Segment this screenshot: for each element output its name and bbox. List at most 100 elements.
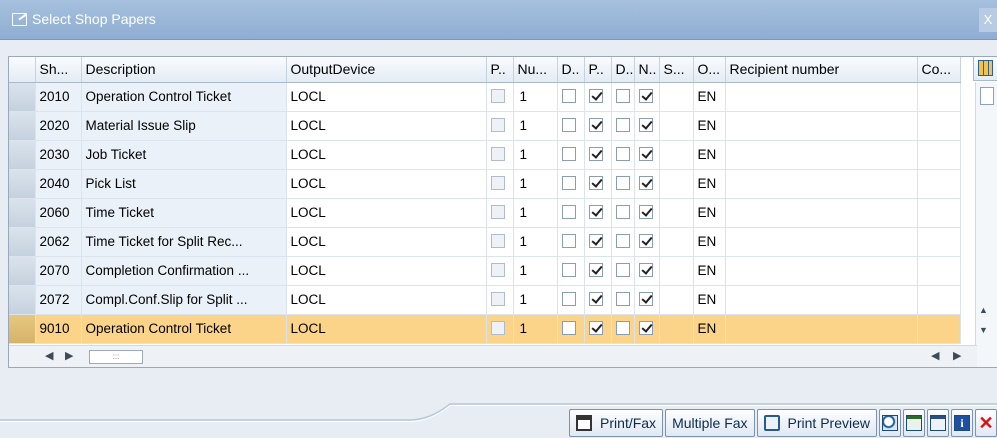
close-button[interactable]: X [979,8,997,32]
output-device-cell[interactable]: LOCL [286,227,487,257]
recipient-number-cell[interactable] [725,285,918,315]
vertical-scrollbar[interactable]: ▲ ▼ [975,82,997,367]
row-selector-button[interactable] [9,198,34,226]
multiple-fax-button[interactable]: Multiple Fax [665,409,755,437]
d1-checkbox[interactable] [561,263,576,278]
column-header-description[interactable]: Description [81,57,287,83]
p2-checkbox[interactable] [588,89,603,104]
language-cell[interactable]: EN [693,198,726,228]
number-value[interactable]: 1 [520,147,528,162]
language-cell[interactable]: EN [693,169,726,199]
p2-checkbox[interactable] [588,147,603,162]
co-cell[interactable] [917,227,961,257]
number-value[interactable]: 1 [520,205,528,220]
scroll-right-arrow-icon[interactable]: ▶ [65,349,73,362]
n-checkbox[interactable] [638,292,653,307]
print-checkbox[interactable] [490,234,505,249]
co-cell[interactable] [917,169,961,199]
column-header-shop[interactable]: Sh... [35,57,82,83]
p2-checkbox[interactable] [588,234,603,249]
column-header-recipient-number[interactable]: Recipient number [725,57,918,83]
recipient-number-cell[interactable] [725,169,918,199]
co-cell[interactable] [917,140,961,170]
output-device-cell[interactable]: LOCL [286,285,487,315]
language-cell[interactable]: EN [693,111,726,141]
row-selector-button[interactable] [9,82,34,110]
language-cell[interactable]: EN [693,227,726,257]
recipient-number-cell[interactable] [725,256,918,286]
table-row[interactable]: 2060 Time Ticket LOCL 1 EN [9,198,961,228]
row-selector-button[interactable] [9,285,34,313]
column-header-co[interactable]: Co... [917,57,961,83]
number-value[interactable]: 1 [520,176,528,191]
column-settings-button[interactable] [973,57,997,81]
row-selector[interactable] [9,140,36,170]
row-selector-button[interactable] [9,256,34,284]
column-header-d1[interactable]: D.. [557,57,585,83]
d1-checkbox[interactable] [561,176,576,191]
column-header-n[interactable]: N.. [634,57,660,83]
recipient-number-cell[interactable] [725,198,918,228]
print-checkbox[interactable] [490,205,505,220]
scroll-down-arrow-icon[interactable]: ▼ [979,325,988,335]
column-header-d2[interactable]: D.. [611,57,635,83]
row-selector-button[interactable] [9,227,34,255]
d2-checkbox[interactable] [615,234,630,249]
print-checkbox[interactable] [490,292,505,307]
n-checkbox[interactable] [638,234,653,249]
n-checkbox[interactable] [638,321,653,336]
d2-checkbox[interactable] [615,205,630,220]
print-checkbox[interactable] [490,118,505,133]
horizontal-scroll-thumb[interactable]: ::: [89,350,143,364]
table-row[interactable]: 2072 Compl.Conf.Slip for Split ... LOCL … [9,285,961,315]
cancel-button[interactable]: ✕ [975,409,997,437]
p2-checkbox[interactable] [588,176,603,191]
print-checkbox[interactable] [490,147,505,162]
n-checkbox[interactable] [638,176,653,191]
scroll-up-arrow-icon[interactable]: ▲ [979,305,988,315]
output-device-cell[interactable]: LOCL [286,198,487,228]
d1-checkbox[interactable] [561,321,576,336]
language-cell[interactable]: EN [693,140,726,170]
column-header-s[interactable]: S... [659,57,694,83]
recipient-number-cell[interactable] [725,140,918,170]
table-row[interactable]: 9010 Operation Control Ticket LOCL 1 EN [9,314,961,344]
print-fax-button[interactable]: Print/Fax [569,409,664,437]
select-all-cell[interactable] [9,57,36,83]
table-row[interactable]: 2020 Material Issue Slip LOCL 1 EN [9,111,961,141]
row-selector[interactable] [9,169,36,199]
row-selector-button[interactable] [9,169,34,197]
d2-checkbox[interactable] [615,89,630,104]
n-checkbox[interactable] [638,263,653,278]
column-header-print[interactable]: P.. [486,57,514,83]
number-value[interactable]: 1 [520,89,528,104]
recipient-number-cell[interactable] [725,227,918,257]
table-row[interactable]: 2040 Pick List LOCL 1 EN [9,169,961,199]
row-selector[interactable] [9,111,36,141]
column-header-number[interactable]: Nu... [513,57,558,83]
document-button[interactable] [927,409,949,437]
recipient-number-cell[interactable] [725,314,918,344]
print-checkbox[interactable] [490,263,505,278]
co-cell[interactable] [917,285,961,315]
recipient-number-cell[interactable] [725,82,918,112]
output-device-cell[interactable]: LOCL [286,82,487,112]
row-selector-button[interactable] [9,314,34,342]
row-selector[interactable] [9,256,36,286]
p2-checkbox[interactable] [588,118,603,133]
print-checkbox[interactable] [490,89,505,104]
row-selector[interactable] [9,314,36,344]
print-preview-button[interactable]: Print Preview [756,409,877,437]
table-row[interactable]: 2030 Job Ticket LOCL 1 EN [9,140,961,170]
d1-checkbox[interactable] [561,89,576,104]
d2-checkbox[interactable] [615,321,630,336]
d1-checkbox[interactable] [561,147,576,162]
row-selector[interactable] [9,198,36,228]
find-button[interactable] [879,409,901,437]
scroll-left-arrow-icon-right[interactable]: ◀ [931,349,939,362]
d2-checkbox[interactable] [615,147,630,162]
table-row[interactable]: 2062 Time Ticket for Split Rec... LOCL 1… [9,227,961,257]
number-value[interactable]: 1 [520,234,528,249]
language-cell[interactable]: EN [693,82,726,112]
language-cell[interactable]: EN [693,285,726,315]
